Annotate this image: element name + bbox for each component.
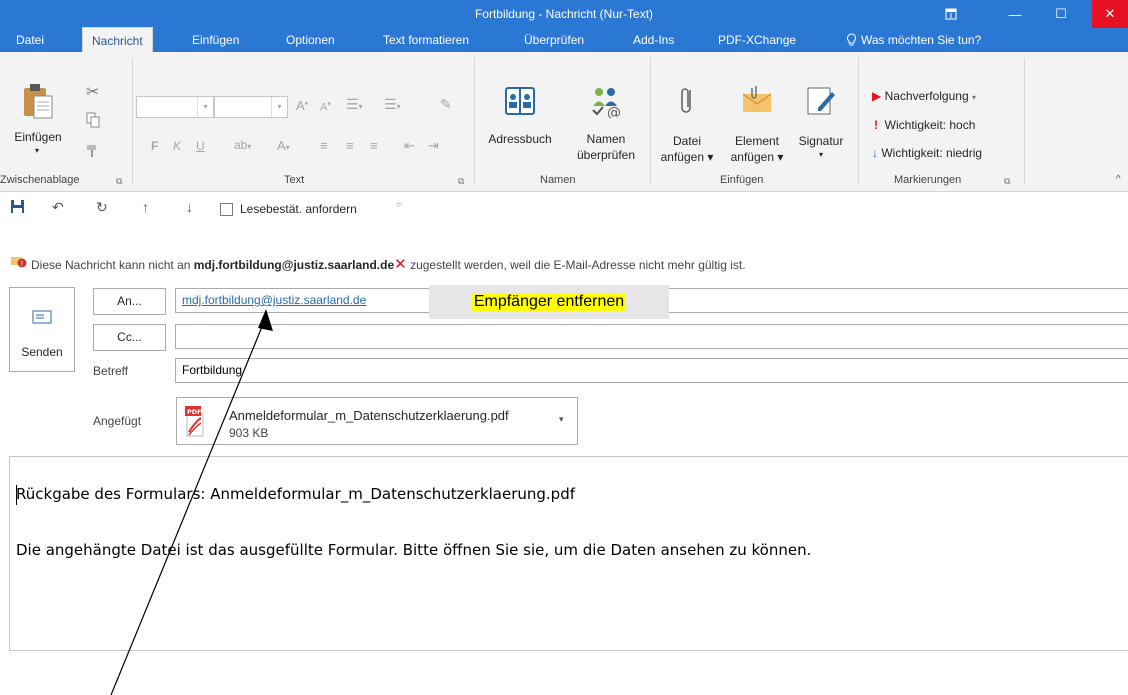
- annotation-arrow: [110, 309, 273, 695]
